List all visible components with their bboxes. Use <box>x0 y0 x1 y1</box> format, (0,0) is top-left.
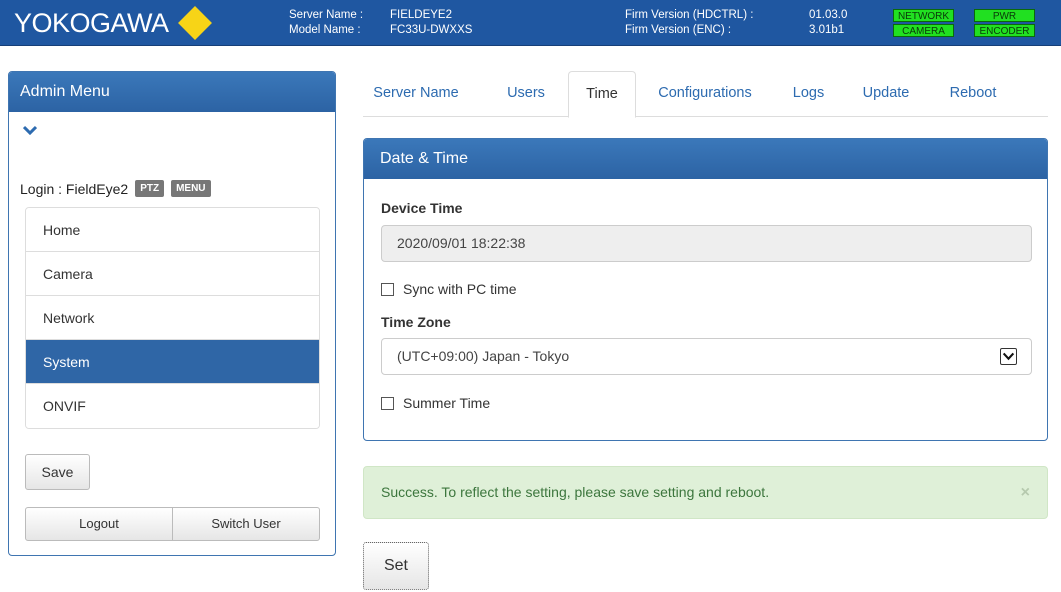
yokogawa-logo: YOKOGAWA <box>14 6 212 40</box>
summer-time-label: Summer Time <box>403 395 491 411</box>
login-info: Login : FieldEye2 PTZ MENU <box>20 180 211 197</box>
menu-item-camera[interactable]: Camera <box>26 252 319 296</box>
server-name-value: FIELDEYE2 <box>390 9 452 21</box>
logo-diamond-icon <box>177 6 212 40</box>
admin-menu-title: Admin Menu <box>9 72 335 112</box>
camera-status-badge: CAMERA <box>893 24 954 37</box>
logo-text: YOKOGAWA <box>14 7 169 38</box>
sync-checkbox-box[interactable] <box>381 282 394 296</box>
dropdown-arrow-icon[interactable] <box>1000 348 1017 365</box>
tab-configurations[interactable]: Configurations <box>651 71 759 117</box>
firm-enc-value: 3.01b1 <box>809 24 845 36</box>
date-time-panel: Date & Time Device Time 2020/09/01 18:22… <box>363 138 1048 441</box>
tab-reboot[interactable]: Reboot <box>938 71 1008 117</box>
menu-tag: MENU <box>171 180 211 197</box>
sync-pc-time-label: Sync with PC time <box>403 281 517 297</box>
save-button[interactable]: Save <box>25 454 90 490</box>
model-name-value: FC33U-DWXXS <box>390 24 473 36</box>
pwr-status-badge: PWR <box>974 9 1035 22</box>
admin-menu-panel: Admin Menu Login : FieldEye2 PTZ MENU Ho… <box>8 71 336 556</box>
device-time-label: Device Time <box>381 200 463 216</box>
date-time-title: Date & Time <box>364 139 1047 179</box>
firmware-labels: Firm Version (HDCTRL) : Firm Version (EN… <box>625 8 753 38</box>
server-labels: Server Name : Model Name : <box>289 8 363 38</box>
server-values: FIELDEYE2 FC33U-DWXXS <box>390 8 472 38</box>
server-name-label: Server Name : <box>289 9 364 21</box>
menu-item-system[interactable]: System <box>26 340 319 384</box>
firmware-values: 01.03.0 3.01b1 <box>809 8 847 38</box>
alert-message: Success. To reflect the setting, please … <box>381 484 770 500</box>
switch-user-button[interactable]: Switch User <box>172 507 320 541</box>
menu-item-network[interactable]: Network <box>26 296 319 340</box>
set-button[interactable]: Set <box>363 542 429 590</box>
time-zone-select[interactable]: (UTC+09:00) Japan - Tokyo <box>381 338 1032 375</box>
logout-button[interactable]: Logout <box>25 507 173 541</box>
admin-menu-list: Home Camera Network System ONVIF <box>25 207 320 429</box>
encoder-status-badge: ENCODER <box>974 24 1035 37</box>
tab-users[interactable]: Users <box>495 71 557 117</box>
tab-update[interactable]: Update <box>853 71 919 117</box>
firm-hdctrl-value: 01.03.0 <box>809 9 848 21</box>
tab-server-name[interactable]: Server Name <box>363 71 469 117</box>
login-label: Login : FieldEye2 <box>20 180 129 197</box>
tab-logs[interactable]: Logs <box>780 71 837 117</box>
sync-pc-time-checkbox[interactable]: Sync with PC time <box>381 281 517 297</box>
top-header: YOKOGAWA Server Name : Model Name : FIEL… <box>0 0 1061 46</box>
time-zone-label: Time Zone <box>381 314 451 330</box>
firm-hdctrl-label: Firm Version (HDCTRL) : <box>625 9 754 21</box>
firm-enc-label: Firm Version (ENC) : <box>625 24 732 36</box>
menu-item-home[interactable]: Home <box>26 208 319 252</box>
ptz-tag: PTZ <box>135 180 165 197</box>
close-icon[interactable]: × <box>1021 467 1030 518</box>
device-time-field: 2020/09/01 18:22:38 <box>381 225 1032 262</box>
summer-time-checkbox[interactable]: Summer Time <box>381 395 490 411</box>
network-status-badge: NETWORK <box>893 9 954 22</box>
tab-time[interactable]: Time <box>568 71 636 118</box>
time-zone-value: (UTC+09:00) Japan - Tokyo <box>397 348 570 364</box>
summer-time-box[interactable] <box>381 396 394 410</box>
chevron-down-icon[interactable] <box>23 125 37 135</box>
model-name-label: Model Name : <box>289 24 361 36</box>
success-alert: Success. To reflect the setting, please … <box>363 466 1048 519</box>
system-tabs: Server Name Users Time Configurations Lo… <box>363 71 1048 118</box>
menu-item-onvif[interactable]: ONVIF <box>26 384 319 428</box>
